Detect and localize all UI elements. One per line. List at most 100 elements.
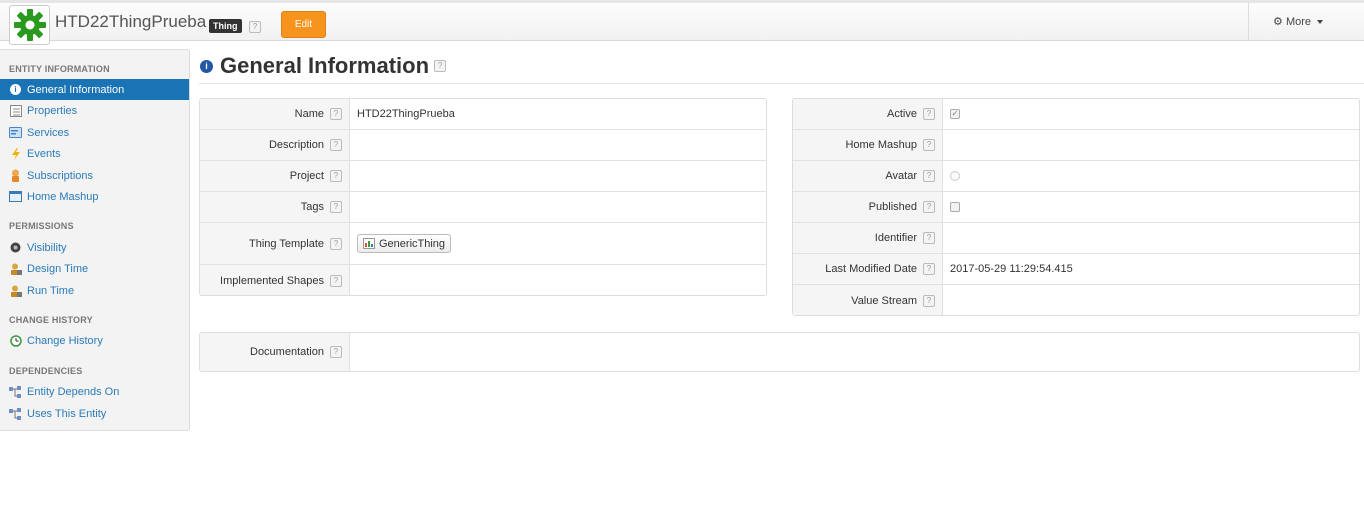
field-row-documentation: Documentation? xyxy=(200,333,1359,371)
help-icon[interactable]: ? xyxy=(923,294,935,307)
help-icon[interactable]: ? xyxy=(923,108,935,120)
sidebar-item-label: Change History xyxy=(27,334,103,347)
page-title: i General Information ? xyxy=(200,53,447,79)
info-icon: i xyxy=(9,84,22,96)
caret-down-icon xyxy=(1317,20,1324,25)
mashup-icon xyxy=(9,191,22,203)
active-value: ✓ xyxy=(943,99,1359,129)
sidebar-section-entity-information: ENTITY INFORMATION xyxy=(9,64,110,74)
help-icon[interactable]: ? xyxy=(923,232,935,244)
field-label: Name? xyxy=(200,99,350,129)
sidebar-item-label: Run Time xyxy=(27,284,75,297)
sidebar-item-label: Events xyxy=(27,147,61,160)
help-icon[interactable]: ? xyxy=(330,170,342,182)
template-icon xyxy=(363,238,375,249)
help-icon[interactable]: ? xyxy=(923,139,935,151)
general-info-right-panel: Active? ✓ Home Mashup? Avatar? Published… xyxy=(792,98,1360,316)
user-lock-icon xyxy=(9,285,22,297)
sidebar-item-run-time[interactable]: Run Time xyxy=(0,280,189,301)
thing-template-link[interactable]: GenericThing xyxy=(357,234,452,253)
help-icon[interactable]: ? xyxy=(923,263,935,275)
sidebar-item-label: Services xyxy=(27,126,70,139)
field-row-published: Published? xyxy=(793,192,1359,223)
field-row-description: Description? xyxy=(200,130,766,161)
help-icon[interactable]: ? xyxy=(330,201,342,213)
field-row-thing-template: Thing Template? GenericThing xyxy=(200,223,766,265)
field-row-project: Project? xyxy=(200,161,766,192)
sidebar-item-label: Uses This Entity xyxy=(27,407,107,420)
sidebar-item-properties[interactable]: Properties xyxy=(0,100,189,121)
general-info-left-panel: Name? HTD22ThingPrueba Description? Proj… xyxy=(199,98,767,296)
sidebar-item-visibility[interactable]: Visibility xyxy=(0,237,189,258)
field-label: Project? xyxy=(200,161,350,191)
sidebar-item-label: Subscriptions xyxy=(27,169,94,182)
sidebar-item-change-history[interactable]: Change History xyxy=(0,330,189,351)
sidebar-item-label: General Information xyxy=(27,83,125,96)
field-label: Tags? xyxy=(200,192,350,222)
subscriptions-icon xyxy=(9,169,22,182)
eye-icon xyxy=(9,242,22,254)
sidebar-item-uses-this-entity[interactable]: Uses This Entity xyxy=(0,403,189,424)
field-row-value-stream: Value Stream? xyxy=(793,285,1359,315)
tags-value xyxy=(350,192,766,222)
field-label: Active? xyxy=(793,99,943,129)
identifier-value xyxy=(943,223,1359,253)
active-checkbox[interactable]: ✓ xyxy=(950,109,960,119)
field-label: Avatar? xyxy=(793,161,943,191)
thing-template-name: GenericThing xyxy=(379,237,446,250)
published-checkbox[interactable] xyxy=(950,202,960,212)
field-label: Thing Template? xyxy=(200,223,350,264)
field-row-home-mashup: Home Mashup? xyxy=(793,130,1359,161)
help-icon[interactable]: ? xyxy=(330,237,342,250)
entity-type-badge: Thing xyxy=(209,19,242,33)
help-icon[interactable]: ? xyxy=(330,274,342,287)
sidebar-item-label: Visibility xyxy=(27,241,67,254)
field-row-tags: Tags? xyxy=(200,192,766,223)
more-button[interactable]: ⚙ More xyxy=(1273,15,1324,28)
sidebar-item-events[interactable]: Events xyxy=(0,143,189,164)
sidebar-item-label: Properties xyxy=(27,104,78,117)
help-icon[interactable]: ? xyxy=(434,60,447,72)
sidebar-item-label: Design Time xyxy=(27,262,89,275)
sidebar-item-services[interactable]: Services xyxy=(0,122,189,143)
value-stream-value xyxy=(943,285,1359,315)
page-title-text: General Information xyxy=(220,53,430,78)
help-icon[interactable]: ? xyxy=(923,170,935,182)
help-icon[interactable]: ? xyxy=(923,201,935,213)
help-icon[interactable]: ? xyxy=(330,108,342,120)
sidebar-section-change-history: CHANGE HISTORY xyxy=(9,315,93,325)
sidebar-item-design-time[interactable]: Design Time xyxy=(0,258,189,279)
services-icon xyxy=(9,127,22,139)
sidebar-section-dependencies: DEPENDENCIES xyxy=(9,366,83,376)
field-row-name: Name? HTD22ThingPrueba xyxy=(200,99,766,130)
field-label: Implemented Shapes? xyxy=(200,265,350,295)
title-divider xyxy=(199,83,1364,84)
field-label: Documentation? xyxy=(200,333,350,371)
more-label: More xyxy=(1285,16,1311,28)
field-label: Identifier? xyxy=(793,223,943,253)
field-row-implemented-shapes: Implemented Shapes? xyxy=(200,265,766,295)
field-row-last-modified-date: Last Modified Date? 2017-05-29 11:29:54.… xyxy=(793,254,1359,285)
lightning-icon xyxy=(9,147,22,160)
dependency-icon xyxy=(9,407,22,420)
properties-icon xyxy=(9,104,22,117)
sidebar-item-subscriptions[interactable]: Subscriptions xyxy=(0,165,189,186)
info-icon: i xyxy=(200,59,213,73)
documentation-panel: Documentation? xyxy=(199,332,1360,372)
edit-button[interactable]: Edit xyxy=(281,11,326,38)
last-modified-date-value: 2017-05-29 11:29:54.415 xyxy=(950,263,1073,275)
field-row-active: Active? ✓ xyxy=(793,99,1359,130)
help-icon[interactable]: ? xyxy=(330,346,342,358)
avatar-placeholder xyxy=(950,171,960,181)
help-icon[interactable]: ? xyxy=(330,139,342,151)
sidebar-item-general-information[interactable]: i General Information xyxy=(0,79,189,100)
sidebar: ENTITY INFORMATION i General Information… xyxy=(0,49,190,431)
sidebar-item-entity-depends-on[interactable]: Entity Depends On xyxy=(0,381,189,402)
help-icon[interactable]: ? xyxy=(249,21,261,33)
entity-name: HTD22ThingPrueba xyxy=(55,12,207,31)
sidebar-section-permissions: PERMISSIONS xyxy=(9,221,74,231)
sidebar-item-home-mashup[interactable]: Home Mashup xyxy=(0,186,189,207)
sidebar-item-label: Home Mashup xyxy=(27,190,99,203)
gear-icon: ⚙ xyxy=(1273,16,1283,28)
name-value: HTD22ThingPrueba xyxy=(357,108,455,120)
